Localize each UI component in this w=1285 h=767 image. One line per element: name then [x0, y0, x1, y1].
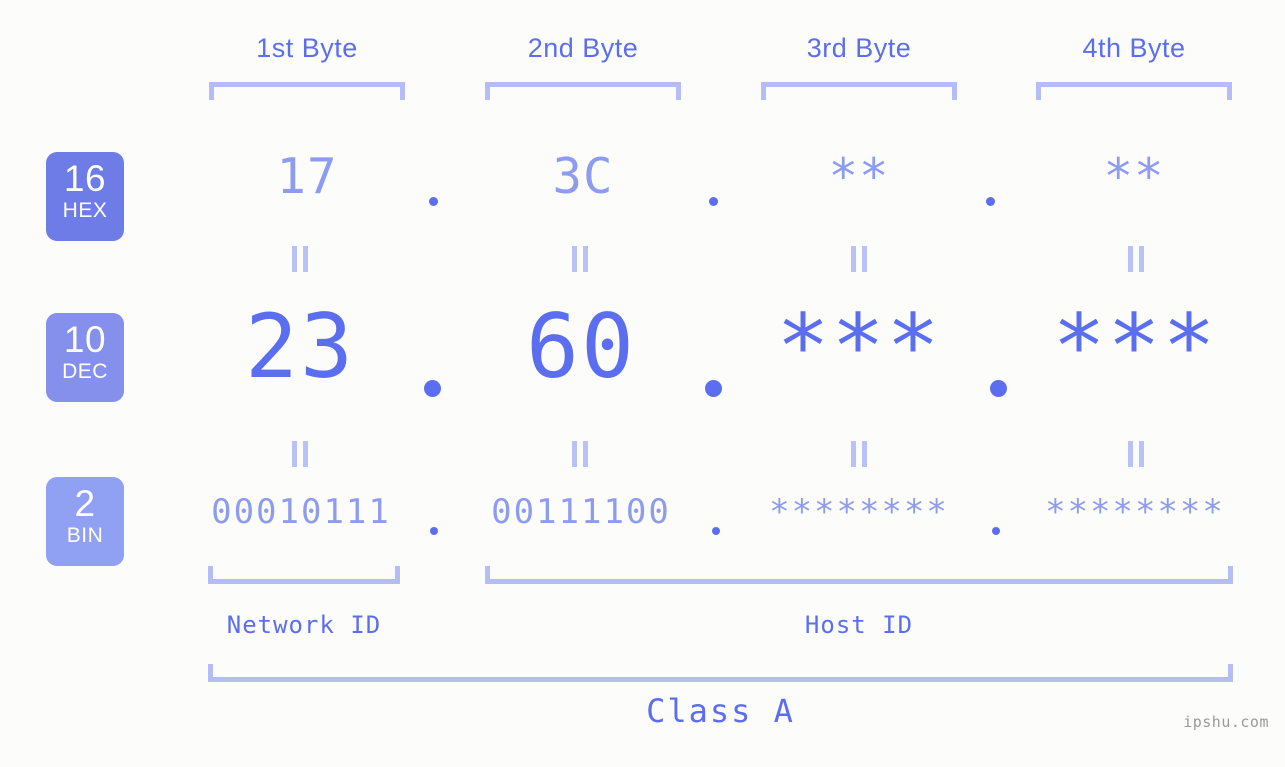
dec-byte-3: ***: [776, 295, 942, 398]
byte-bracket-4: [1036, 82, 1232, 100]
bin-dot-separator-3: [992, 527, 1000, 535]
bin-dot-separator-1: [430, 527, 438, 535]
class-bracket: [208, 664, 1233, 682]
base-badge-dec-number: 10: [63, 319, 107, 360]
base-badge-dec: 10 DEC: [46, 313, 124, 402]
ip-address-breakdown-diagram: 1st Byte 2nd Byte 3rd Byte 4th Byte 16 H…: [0, 0, 1285, 767]
dec-byte-1: 23: [245, 295, 355, 398]
equals-mark-dec-bin-4: [1128, 441, 1145, 467]
equals-mark-dec-bin-2: [572, 441, 589, 467]
equals-mark-hex-dec-2: [572, 246, 589, 272]
hex-dot-separator-1: [429, 197, 438, 206]
equals-mark-hex-dec-4: [1128, 246, 1145, 272]
hex-dot-separator-3: [986, 197, 995, 206]
base-badge-hex: 16 HEX: [46, 152, 124, 241]
base-badge-hex-number: 16: [63, 158, 107, 199]
byte-header-1: 1st Byte: [256, 33, 358, 63]
byte-bracket-2: [485, 82, 681, 100]
network-id-label: Network ID: [226, 611, 382, 639]
byte-header-2: 2nd Byte: [527, 33, 639, 63]
byte-bracket-1: [209, 82, 405, 100]
dec-dot-separator-1: [424, 380, 441, 397]
bin-byte-3: ********: [769, 492, 949, 532]
equals-mark-dec-bin-3: [851, 441, 868, 467]
bin-dot-separator-2: [712, 527, 720, 535]
equals-mark-hex-dec-3: [851, 246, 868, 272]
byte-header-3: 3rd Byte: [806, 33, 912, 63]
byte-header-4: 4th Byte: [1082, 33, 1186, 63]
dec-byte-2: 60: [526, 295, 636, 398]
dec-dot-separator-2: [705, 380, 722, 397]
site-watermark: ipshu.com: [1183, 713, 1269, 731]
equals-mark-hex-dec-1: [292, 246, 309, 272]
base-badge-hex-label: HEX: [62, 198, 108, 222]
class-label: Class A: [646, 692, 795, 730]
base-badge-dec-label: DEC: [62, 359, 108, 383]
base-badge-bin: 2 BIN: [46, 477, 124, 566]
host-id-bracket: [485, 566, 1233, 584]
base-badge-bin-number: 2: [74, 483, 96, 524]
hex-byte-1: 17: [276, 148, 338, 205]
hex-dot-separator-2: [709, 197, 718, 206]
bin-byte-2: 00111100: [491, 492, 671, 532]
host-id-label: Host ID: [804, 611, 914, 639]
dec-dot-separator-3: [990, 380, 1007, 397]
hex-byte-4: **: [1103, 148, 1165, 205]
equals-mark-dec-bin-1: [292, 441, 309, 467]
dec-byte-4: ***: [1052, 295, 1218, 398]
bin-byte-1: 00010111: [211, 492, 391, 532]
byte-bracket-3: [761, 82, 957, 100]
hex-byte-3: **: [828, 148, 890, 205]
hex-byte-2: 3C: [552, 148, 614, 205]
network-id-bracket: [208, 566, 400, 584]
bin-byte-4: ********: [1045, 492, 1225, 532]
base-badge-bin-label: BIN: [66, 523, 104, 547]
